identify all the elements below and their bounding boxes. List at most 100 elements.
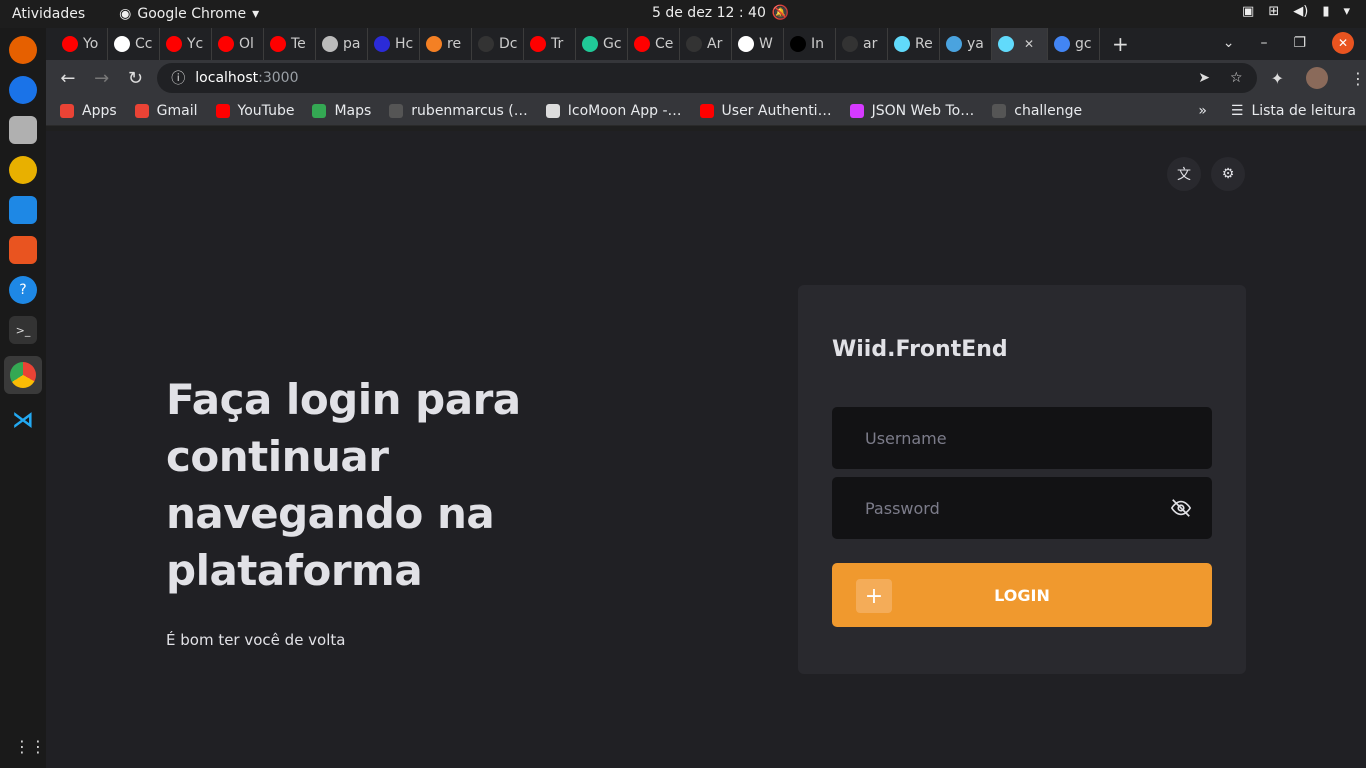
translate-button[interactable]: 文 <box>1167 157 1201 191</box>
minimize-button[interactable]: – <box>1260 35 1267 51</box>
more-bookmarks-icon[interactable]: » <box>1198 103 1207 119</box>
chevron-down-icon: ▾ <box>252 6 260 22</box>
tab-favicon-icon <box>530 36 546 52</box>
tab-favicon-icon <box>426 36 442 52</box>
plus-icon: + <box>856 579 892 613</box>
thunderbird-icon[interactable] <box>9 76 37 104</box>
maximize-button[interactable]: ❐ <box>1293 35 1306 51</box>
files-icon[interactable] <box>9 116 37 144</box>
firefox-icon[interactable] <box>9 36 37 64</box>
rhythmbox-icon[interactable] <box>9 156 37 184</box>
browser-tab[interactable]: Re <box>888 28 940 60</box>
bookmark-favicon-icon <box>699 103 714 118</box>
bookmark-item[interactable]: Gmail <box>134 103 198 119</box>
reload-button[interactable]: ↻ <box>124 66 148 90</box>
close-window-button[interactable]: ✕ <box>1332 32 1354 54</box>
eye-off-icon[interactable] <box>1170 497 1192 519</box>
tab-label: Cc <box>135 36 153 52</box>
reading-list-label: Lista de leitura <box>1251 102 1356 119</box>
menu-icon[interactable]: ⋮ <box>1350 69 1366 88</box>
browser-tab[interactable]: Gc <box>576 28 628 60</box>
browser-tab[interactable]: ✕ <box>992 28 1048 60</box>
app-menu-label: Google Chrome <box>137 6 247 22</box>
profile-avatar[interactable] <box>1306 67 1328 89</box>
browser-tab[interactable]: W <box>732 28 784 60</box>
browser-tab[interactable]: pa <box>316 28 368 60</box>
software-center-icon[interactable] <box>9 236 37 264</box>
tab-label: re <box>447 36 462 52</box>
chrome-dock-icon[interactable] <box>4 356 42 394</box>
bookmark-favicon-icon <box>992 103 1007 118</box>
tab-label: Re <box>915 36 933 52</box>
tab-favicon-icon <box>790 36 806 52</box>
writer-icon[interactable] <box>9 196 37 224</box>
terminal-icon[interactable]: >_ <box>9 316 37 344</box>
tab-label: Dc <box>499 36 518 52</box>
browser-tab[interactable]: Ce <box>628 28 680 60</box>
network-icon: ⊞ <box>1268 4 1280 19</box>
browser-tab[interactable]: Hc <box>368 28 420 60</box>
bookmark-item[interactable]: User Authenti… <box>699 102 832 119</box>
bookmark-favicon-icon <box>60 103 74 118</box>
browser-tab[interactable]: Dc <box>472 28 524 60</box>
address-bar[interactable]: ⓘ localhost:3000 ➤ ☆ <box>157 63 1257 93</box>
login-button[interactable]: + LOGIN <box>832 563 1212 627</box>
hero-section: Faça login para continuar navegando na p… <box>166 371 646 649</box>
activities-button[interactable]: Atividades <box>12 6 85 22</box>
browser-tab[interactable]: Cc <box>108 28 160 60</box>
settings-button[interactable]: ⚙ <box>1211 157 1245 191</box>
browser-tab[interactable]: Ol <box>212 28 264 60</box>
tab-favicon-icon <box>998 36 1014 52</box>
browser-tab[interactable]: Tr <box>524 28 576 60</box>
bookmark-item[interactable]: Apps <box>60 103 117 119</box>
clock[interactable]: 5 de dez 12 : 40 🔕 <box>652 5 789 21</box>
username-placeholder: Username <box>865 428 947 448</box>
bookmark-label: User Authenti… <box>721 102 832 119</box>
password-input[interactable]: Password <box>832 477 1212 539</box>
browser-window: Yo Cc Yc Ol Te pa Hc re Dc Tr Gc Ce Ar W In ar Re ya ✕ gc +… <box>46 28 1366 126</box>
bookmark-favicon-icon <box>312 103 327 118</box>
tab-label: Yo <box>83 36 99 52</box>
browser-tab[interactable]: gc <box>1048 28 1100 60</box>
tab-favicon-icon <box>374 36 390 52</box>
extensions-icon[interactable]: ✦ <box>1271 69 1284 88</box>
app-menu[interactable]: ◉ Google Chrome ▾ <box>119 6 259 22</box>
browser-tab[interactable]: Te <box>264 28 316 60</box>
bookmark-label: IcoMoon App -… <box>567 102 682 119</box>
bookmark-item[interactable]: IcoMoon App -… <box>545 102 682 119</box>
tab-favicon-icon <box>1054 36 1070 52</box>
reading-list-button[interactable]: ☰ Lista de leitura <box>1231 103 1356 119</box>
clock-label: 5 de dez 12 : 40 <box>652 5 766 21</box>
browser-tab[interactable]: Ar <box>680 28 732 60</box>
tab-favicon-icon <box>842 36 858 52</box>
system-tray[interactable]: ▣ ⊞ ◀) ▮ ▾ <box>1242 4 1350 19</box>
bookmark-item[interactable]: Maps <box>312 103 371 119</box>
bookmark-item[interactable]: challenge <box>992 103 1082 119</box>
new-tab-button[interactable]: + <box>1112 32 1129 56</box>
send-icon[interactable]: ➤ <box>1198 70 1210 86</box>
vscode-icon[interactable]: ⋊ <box>9 406 37 434</box>
forward-button[interactable]: → <box>90 66 114 90</box>
volume-icon: ◀) <box>1293 4 1309 19</box>
help-icon[interactable]: ? <box>9 276 37 304</box>
close-tab-icon[interactable]: ✕ <box>1024 37 1034 51</box>
tab-favicon-icon <box>634 36 650 52</box>
navigation-bar: ← → ↻ ⓘ localhost:3000 ➤ ☆ ✦ ⋮ <box>46 60 1366 96</box>
tab-search-icon[interactable]: ⌄ <box>1223 35 1235 51</box>
browser-tab[interactable]: In <box>784 28 836 60</box>
bookmark-label: JSON Web To… <box>871 102 975 119</box>
browser-tab[interactable]: Yc <box>160 28 212 60</box>
bookmark-star-icon[interactable]: ☆ <box>1230 70 1243 86</box>
info-icon[interactable]: ⓘ <box>171 68 185 88</box>
back-button[interactable]: ← <box>56 66 80 90</box>
browser-tab[interactable]: ar <box>836 28 888 60</box>
tab-favicon-icon <box>218 36 234 52</box>
bookmark-item[interactable]: JSON Web To… <box>849 102 975 119</box>
browser-tab[interactable]: ya <box>940 28 992 60</box>
username-input[interactable]: Username <box>832 407 1212 469</box>
notifications-muted-icon: 🔕 <box>771 5 790 21</box>
browser-tab[interactable]: re <box>420 28 472 60</box>
bookmark-item[interactable]: rubenmarcus (… <box>389 103 528 119</box>
bookmark-item[interactable]: YouTube <box>215 103 294 119</box>
browser-tab[interactable]: Yo <box>56 28 108 60</box>
